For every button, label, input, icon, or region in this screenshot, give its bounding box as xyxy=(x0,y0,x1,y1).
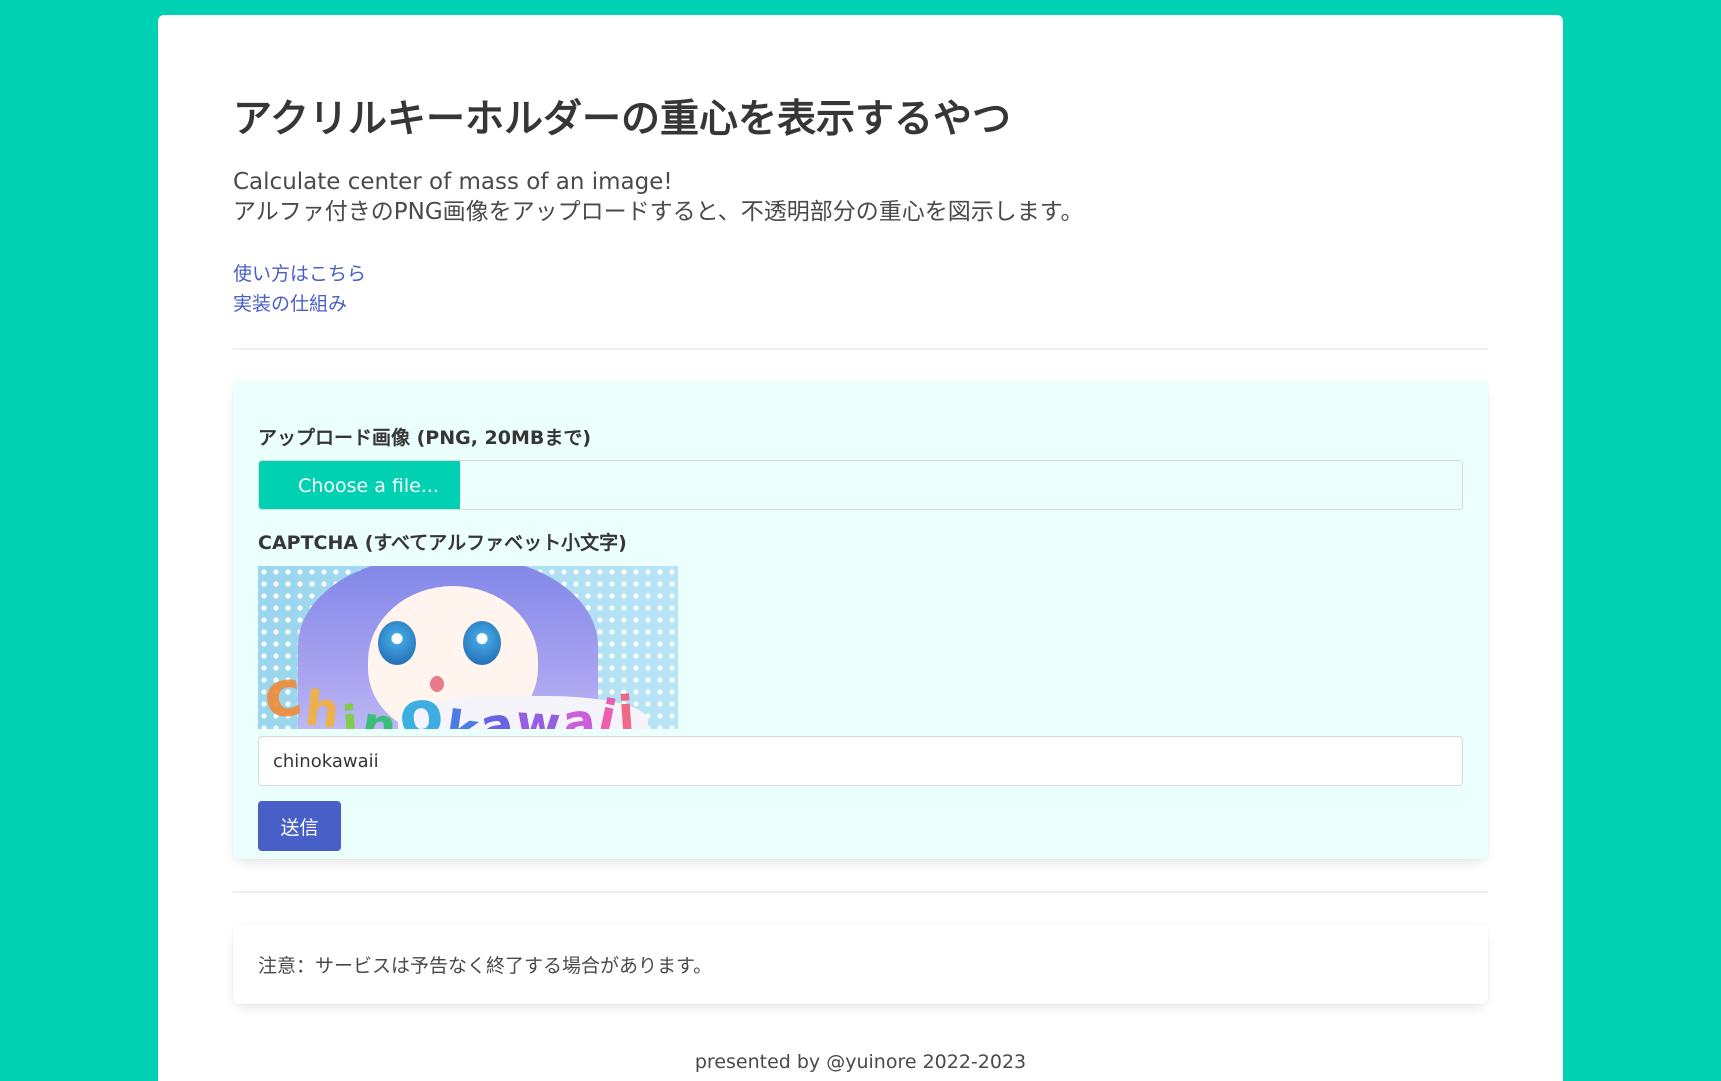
captcha-label: CAPTCHA (すべてアルファベット小文字) xyxy=(258,532,627,554)
how-to-link[interactable]: 使い方はこちら xyxy=(233,259,366,289)
implementation-link[interactable]: 実装の仕組み xyxy=(233,289,366,319)
file-input[interactable]: Choose a file... xyxy=(258,460,1463,510)
captcha-letter: w xyxy=(514,694,564,729)
captcha-letter: o xyxy=(394,675,448,729)
captcha-letter: i xyxy=(340,695,362,729)
captcha-input[interactable] xyxy=(258,736,1463,786)
page-title: アクリルキーホルダーの重心を表示するやつ xyxy=(233,97,1012,142)
upload-label: アップロード画像 (PNG, 20MBまで) xyxy=(258,427,592,449)
captcha-letter: h xyxy=(302,680,343,729)
divider xyxy=(233,348,1488,350)
choose-file-button[interactable]: Choose a file... xyxy=(259,461,460,509)
page-subtitle: Calculate center of mass of an image! アル… xyxy=(233,167,1083,227)
captcha-letter: i xyxy=(616,685,638,729)
notice-text: 注意：サービスは予告なく終了する場合があります。 xyxy=(258,954,713,977)
submit-button[interactable]: 送信 xyxy=(258,801,341,851)
captcha-text: chinokawaii xyxy=(259,656,638,729)
footer-credit: presented by @yuinore 2022-2023 xyxy=(694,1051,1027,1073)
main-container: アクリルキーホルダーの重心を表示するやつ Calculate center of… xyxy=(158,15,1563,1081)
captcha-letter: c xyxy=(259,655,308,729)
subtitle-japanese: アルファ付きのPNG画像をアップロードすると、不透明部分の重心を図示します。 xyxy=(233,199,1084,225)
notice-box: 注意：サービスは予告なく終了する場合があります。 xyxy=(233,924,1488,1004)
captcha-letter: n xyxy=(356,695,402,729)
captcha-letter: a xyxy=(560,692,600,729)
info-links: 使い方はこちら 実装の仕組み xyxy=(233,259,366,319)
captcha-letter: a xyxy=(476,695,519,729)
upload-form: アップロード画像 (PNG, 20MBまで) Choose a file... … xyxy=(233,381,1488,859)
captcha-image: chinokawaii xyxy=(258,566,678,729)
subtitle-english: Calculate center of mass of an image! xyxy=(233,169,673,195)
divider xyxy=(233,891,1488,893)
